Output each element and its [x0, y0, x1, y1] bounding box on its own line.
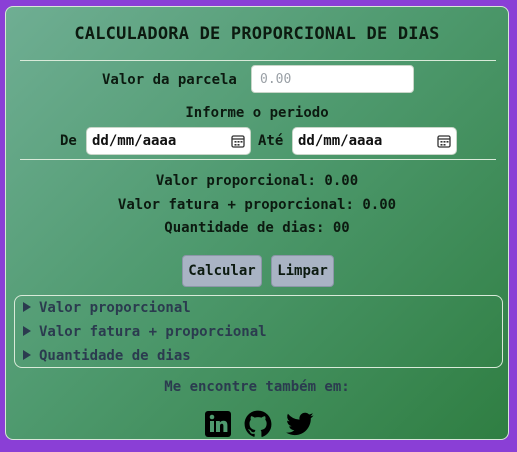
divider-top — [20, 60, 496, 61]
calendar-icon[interactable] — [437, 134, 451, 148]
parcela-input[interactable] — [251, 65, 414, 93]
details-fatura[interactable]: Valor fatura + proporcional — [23, 324, 267, 340]
disclosure-triangle-icon — [23, 302, 31, 312]
result-proporcional: Valor proporcional: 0.00 — [155, 173, 359, 189]
disclosure-triangle-icon — [23, 326, 31, 336]
github-icon[interactable] — [244, 410, 272, 438]
to-label: Até — [258, 133, 284, 149]
parcela-label: Valor da parcela — [102, 72, 237, 88]
calculator-card: CALCULADORA DE PROPORCIONAL DE DIAS Valo… — [5, 6, 509, 440]
details-panel: Valor proporcional Valor fatura + propor… — [14, 295, 503, 368]
page-title: CALCULADORA DE PROPORCIONAL DE DIAS — [74, 24, 440, 44]
details-label: Valor proporcional — [39, 300, 191, 316]
divider-middle — [20, 159, 496, 160]
from-date-input[interactable]: dd/mm/aaaa — [86, 127, 251, 155]
details-proporcional[interactable]: Valor proporcional — [23, 300, 191, 316]
from-date-value: dd/mm/aaaa — [92, 133, 177, 149]
linkedin-icon[interactable] — [204, 410, 232, 438]
details-label: Valor fatura + proporcional — [39, 324, 267, 340]
disclosure-triangle-icon — [23, 350, 31, 360]
details-label: Quantidade de dias — [39, 348, 191, 364]
result-dias: Quantidade de dias: 00 — [164, 220, 350, 236]
calendar-icon[interactable] — [231, 134, 245, 148]
result-fatura: Valor fatura + proporcional: 0.00 — [117, 197, 397, 213]
to-date-input[interactable]: dd/mm/aaaa — [292, 127, 457, 155]
twitter-icon[interactable] — [284, 410, 316, 438]
details-dias[interactable]: Quantidade de dias — [23, 348, 191, 364]
to-date-value: dd/mm/aaaa — [298, 133, 383, 149]
periodo-heading: Informe o periodo — [185, 105, 329, 121]
footer-text: Me encontre também em: — [164, 379, 350, 395]
from-label: De — [60, 133, 77, 149]
calcular-button[interactable]: Calcular — [182, 255, 262, 287]
limpar-button[interactable]: Limpar — [271, 255, 334, 287]
